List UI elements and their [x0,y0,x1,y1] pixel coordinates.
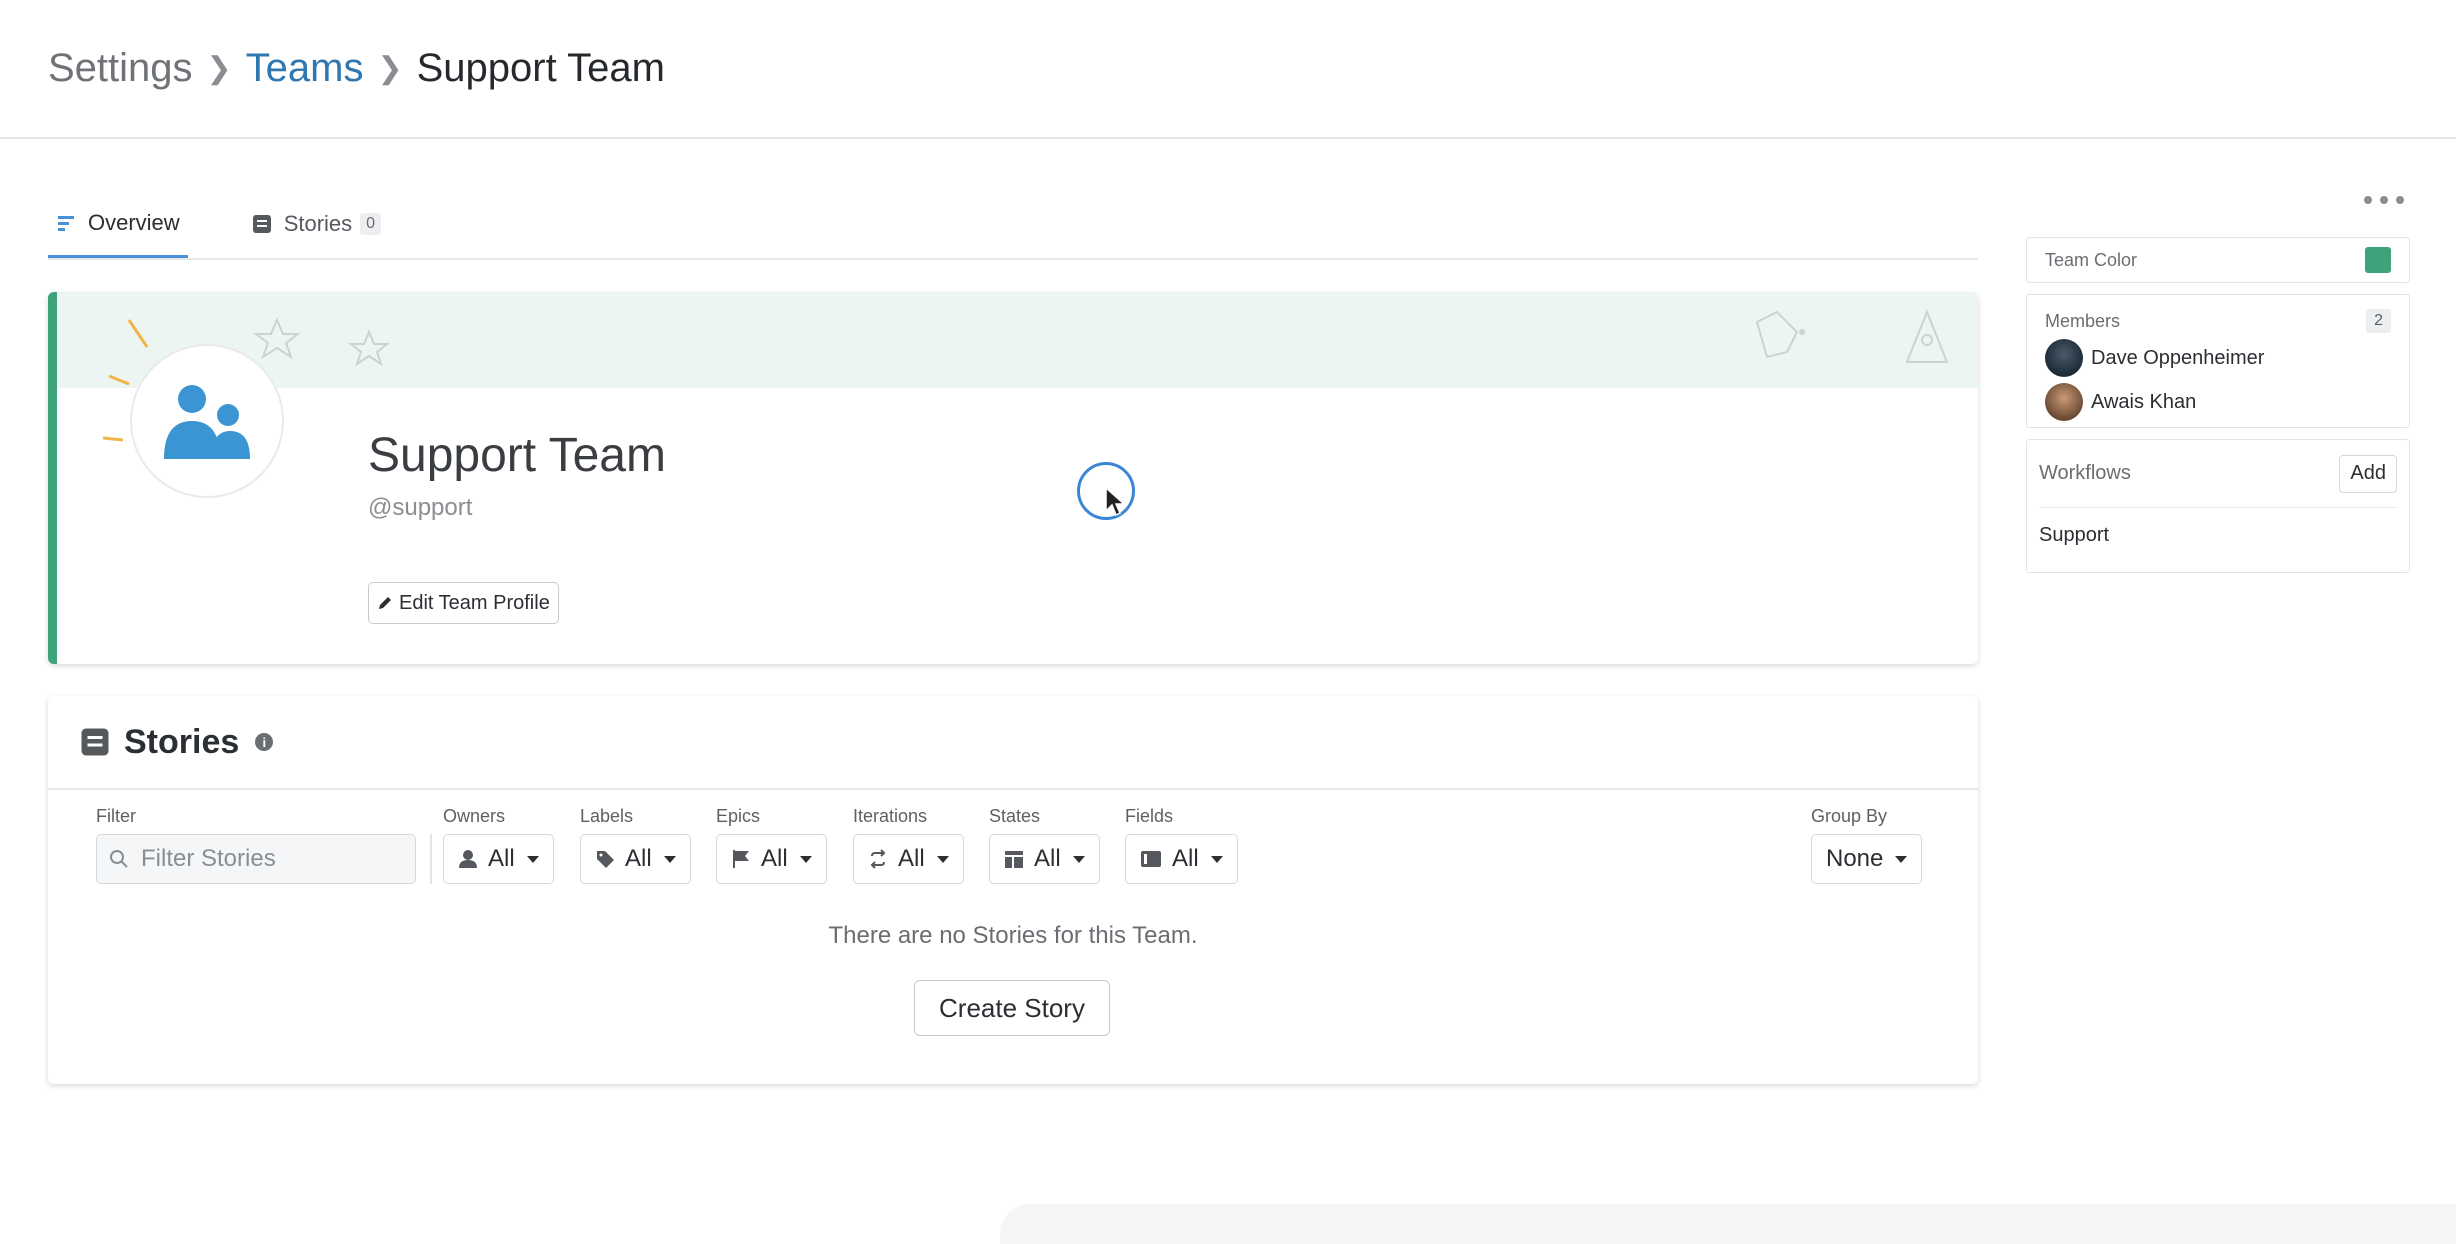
states-dropdown[interactable]: All [989,834,1100,884]
states-value: All [1034,845,1061,872]
tab-bar: Overview Stories 0 [48,190,1978,260]
fields-icon [1141,851,1161,867]
iterations-value: All [898,845,925,872]
pencil-icon [379,597,391,609]
labels-filter: Labels All [580,806,691,884]
banner-decoration [108,309,1949,386]
states-filter: States All [989,806,1100,884]
states-label: States [989,806,1041,826]
fields-label: Fields [1125,806,1174,826]
breadcrumb-teams[interactable]: Teams [246,46,364,91]
workflows-panel: Workflows Add Support [2026,439,2410,573]
epics-dropdown[interactable]: All [716,834,827,884]
chevron-right-icon: ❯ [206,52,232,85]
edit-button-label: Edit Team Profile [399,591,550,614]
members-count-badge: 2 [2366,309,2391,333]
header-bar: Settings ❯ Teams ❯ Support Team [0,0,2456,139]
epics-value: All [761,845,788,872]
group-by-label: Group By [1811,806,1888,826]
caret-down-icon [663,855,676,863]
workflows-label: Workflows [2039,462,2131,484]
iterations-label: Iterations [853,806,928,826]
breadcrumb: Settings ❯ Teams ❯ Support Team [48,46,665,91]
stories-title: Stories [124,722,240,761]
caret-down-icon [1210,855,1223,863]
overview-icon [58,215,74,231]
owners-label: Owners [443,806,506,826]
members-panel: Members 2 Dave Oppenheimer Awais Khan [2026,294,2410,428]
fields-value: All [1172,845,1199,872]
stories-icon [81,728,109,756]
create-story-button[interactable]: Create Story [914,980,1110,1036]
owners-dropdown[interactable]: All [443,834,554,884]
flag-icon [733,850,749,868]
empty-state-message: There are no Stories for this Team. [828,922,1198,949]
profile-banner [57,292,1978,388]
team-color-label: Team Color [2045,249,2138,270]
story-filters: Filter Owners All Labels All [48,806,1978,886]
labels-value: All [625,845,652,872]
member-name: Dave Oppenheimer [2091,346,2265,369]
owners-value: All [488,845,515,872]
team-color-swatch[interactable] [2365,247,2391,273]
tag-icon [597,851,614,868]
group-by-value: None [1826,845,1884,872]
member-name: Awais Khan [2091,390,2197,413]
member-item[interactable]: Dave Oppenheimer [2045,339,2391,377]
iterations-filter: Iterations All [853,806,964,884]
tab-label: Stories [283,211,353,236]
avatar [2045,339,2083,377]
labels-dropdown[interactable]: All [580,834,691,884]
epics-filter: Epics All [716,806,827,884]
tab-overview[interactable]: Overview [48,190,188,258]
mouse-pointer-icon [1105,487,1125,517]
page-title: Support Team [416,46,665,90]
info-icon[interactable]: i [255,733,274,751]
search-icon [110,850,128,868]
iterations-dropdown[interactable]: All [853,834,964,884]
caret-down-icon [936,855,949,863]
states-icon [1005,851,1023,868]
edit-team-profile-button[interactable]: Edit Team Profile [368,582,559,624]
tab-label: Overview [88,209,180,235]
group-by-dropdown[interactable]: None [1811,834,1923,884]
group-by-filter: Group By None [1811,806,1923,884]
bottom-panel [1000,1204,2456,1244]
breadcrumb-settings[interactable]: Settings [48,46,193,91]
stories-icon [252,215,271,233]
filter-label: Filter [96,806,136,826]
owners-filter: Owners All [443,806,554,884]
caret-down-icon [1072,855,1085,863]
filter-group: Filter [96,806,416,884]
iteration-icon [870,849,886,869]
workflow-item[interactable]: Support [2039,524,2397,547]
team-profile-card: Support Team @support Edit Team Profile [48,292,1978,664]
filter-stories-input[interactable] [141,845,401,873]
team-people-icon [164,385,250,459]
avatar [2045,383,2083,421]
epics-label: Epics [716,806,761,826]
filter-stories-field[interactable] [96,834,416,884]
more-options-icon[interactable] [2364,190,2404,210]
stories-header: Stories i [48,696,1978,790]
tab-stories[interactable]: Stories 0 [252,190,382,258]
labels-label: Labels [580,806,634,826]
team-color-panel: Team Color [2026,237,2410,283]
caret-down-icon [526,855,539,863]
fields-filter: Fields All [1125,806,1238,884]
fields-dropdown[interactable]: All [1125,834,1238,884]
chevron-right-icon: ❯ [377,52,403,85]
caret-down-icon [1895,855,1908,863]
caret-down-icon [799,855,812,863]
member-item[interactable]: Awais Khan [2045,383,2391,421]
members-label: Members [2045,310,2121,331]
team-name: Support Team [368,429,666,482]
add-workflow-button[interactable]: Add [2339,454,2397,493]
team-avatar [130,344,284,498]
stories-panel: Stories i Filter Owners All Labels [48,696,1978,1084]
person-icon [459,850,477,868]
team-handle: @support [368,494,473,521]
divider [430,834,432,884]
tab-count-badge: 0 [360,213,382,235]
